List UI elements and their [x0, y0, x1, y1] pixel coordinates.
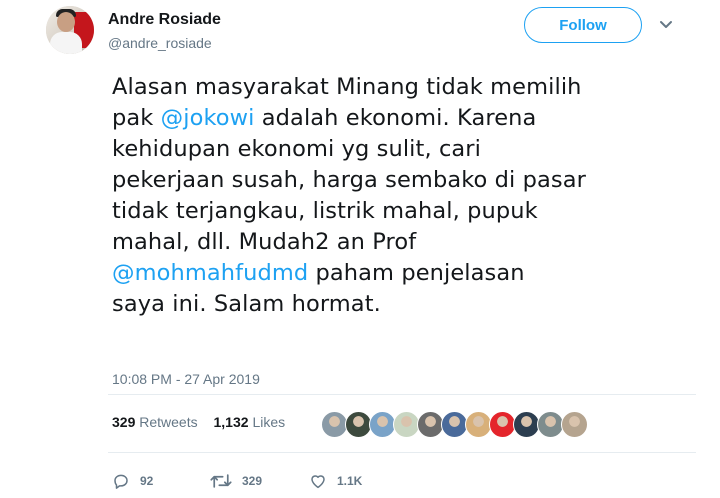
- tweet-text-segment: tidak terjangkau, listrik mahal, pupuk: [112, 198, 538, 224]
- tweet-stats: 329 Retweets 1,132 Likes: [112, 414, 297, 430]
- tweet-text-segment: paham penjelasan: [308, 260, 525, 286]
- retweets-count: 329: [112, 414, 136, 430]
- reply-count: 92: [140, 474, 154, 488]
- liker-avatar[interactable]: [561, 411, 588, 438]
- liker-avatar[interactable]: [345, 411, 372, 438]
- tweet-header: Andre Rosiade @andre_rosiade Follow: [46, 6, 686, 58]
- retweets-label: Retweets: [139, 414, 198, 430]
- user-handle[interactable]: @andre_rosiade: [108, 35, 212, 51]
- tweet-line: Alasan masyarakat Minang tidak memilih: [112, 72, 692, 103]
- retweet-count: 329: [242, 474, 263, 488]
- user-display-name[interactable]: Andre Rosiade: [108, 11, 221, 29]
- tweet-text-segment: pekerjaan susah, harga sembako di pasar: [112, 167, 586, 193]
- like-count: 1.1K: [337, 474, 363, 488]
- divider: [108, 394, 696, 395]
- tweet-text-segment: saya ini. Salam hormat.: [112, 291, 381, 317]
- tweet-line: mahal, dll. Mudah2 an Prof: [112, 227, 692, 258]
- tweet-actions: 92 329 1.1K: [112, 470, 512, 494]
- divider: [108, 452, 696, 453]
- likes-stat[interactable]: 1,132 Likes: [214, 414, 286, 430]
- tweet-line: pekerjaan susah, harga sembako di pasar: [112, 165, 692, 196]
- likes-label: Likes: [252, 414, 286, 430]
- liker-avatar[interactable]: [489, 411, 516, 438]
- mention-link-mohmahfudmd[interactable]: @mohmahfudmd: [112, 260, 308, 286]
- mention-link-jokowi[interactable]: @jokowi: [161, 105, 255, 131]
- tweet-line: @mohmahfudmd paham penjelasan: [112, 258, 692, 289]
- tweet-text-segment: mahal, dll. Mudah2 an Prof: [112, 229, 417, 255]
- liker-avatar[interactable]: [321, 411, 348, 438]
- tweet-line: saya ini. Salam hormat.: [112, 289, 692, 320]
- follow-button[interactable]: Follow: [524, 7, 642, 43]
- tweet-line: kehidupan ekonomi yg sulit, cari: [112, 134, 692, 165]
- liker-avatar[interactable]: [393, 411, 420, 438]
- tweet-text-segment: Alasan masyarakat Minang tidak memilih: [112, 74, 582, 100]
- reply-button[interactable]: 92: [112, 470, 153, 492]
- liker-avatar[interactable]: [513, 411, 540, 438]
- tweet-text: Alasan masyarakat Minang tidak memilih p…: [112, 72, 692, 320]
- reply-icon: [114, 474, 128, 489]
- liker-avatar[interactable]: [537, 411, 564, 438]
- liker-avatar[interactable]: [369, 411, 396, 438]
- tweet-line: tidak terjangkau, listrik mahal, pupuk: [112, 196, 692, 227]
- avatar[interactable]: [46, 6, 94, 54]
- tweet-line: pak @jokowi adalah ekonomi. Karena: [112, 103, 692, 134]
- chevron-down-icon[interactable]: [659, 20, 673, 30]
- like-button[interactable]: 1.1K: [309, 470, 362, 492]
- tweet-timestamp[interactable]: 10:08 PM - 27 Apr 2019: [112, 371, 260, 387]
- retweet-button[interactable]: 329: [210, 470, 262, 492]
- liker-avatar[interactable]: [441, 411, 468, 438]
- likes-count: 1,132: [213, 414, 249, 430]
- liker-avatar[interactable]: [417, 411, 444, 438]
- tweet-text-segment: pak: [112, 105, 161, 131]
- tweet-text-segment: adalah ekonomi. Karena: [254, 105, 537, 131]
- heart-icon: [311, 475, 325, 489]
- liker-avatar[interactable]: [465, 411, 492, 438]
- retweets-stat[interactable]: 329 Retweets: [112, 414, 198, 430]
- tweet-text-segment: kehidupan ekonomi yg sulit, cari: [112, 136, 482, 162]
- retweet-icon: [210, 474, 232, 488]
